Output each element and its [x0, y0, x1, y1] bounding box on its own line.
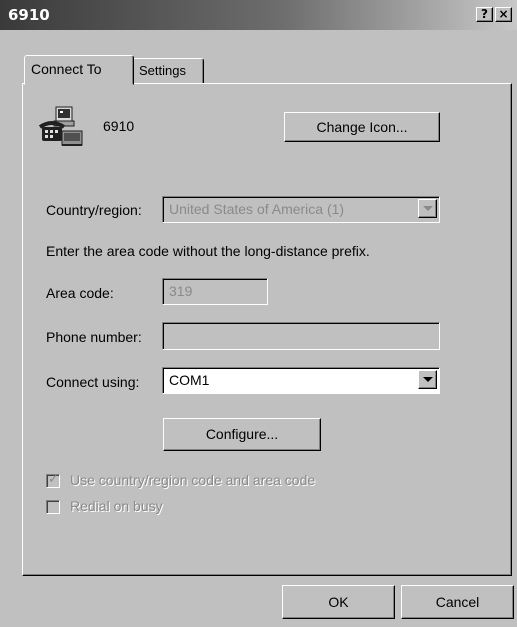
- tab-connect-to[interactable]: Connect To: [24, 55, 134, 85]
- tab-panel: [22, 83, 512, 576]
- close-button[interactable]: ×: [495, 7, 512, 22]
- help-icon: ?: [481, 7, 488, 21]
- ok-button[interactable]: OK: [282, 585, 395, 619]
- window-title: 6910: [8, 6, 50, 24]
- properties-dialog: 6910 ? × Connect To Settings 6910 Change…: [0, 0, 517, 627]
- close-icon: ×: [498, 7, 509, 21]
- cancel-button[interactable]: Cancel: [401, 585, 514, 619]
- tab-settings-label: Settings: [139, 63, 186, 78]
- help-button[interactable]: ?: [476, 7, 493, 22]
- tab-settings[interactable]: Settings: [132, 58, 204, 84]
- tab-connect-to-label: Connect To: [31, 61, 102, 77]
- title-bar[interactable]: 6910 ? ×: [0, 0, 517, 30]
